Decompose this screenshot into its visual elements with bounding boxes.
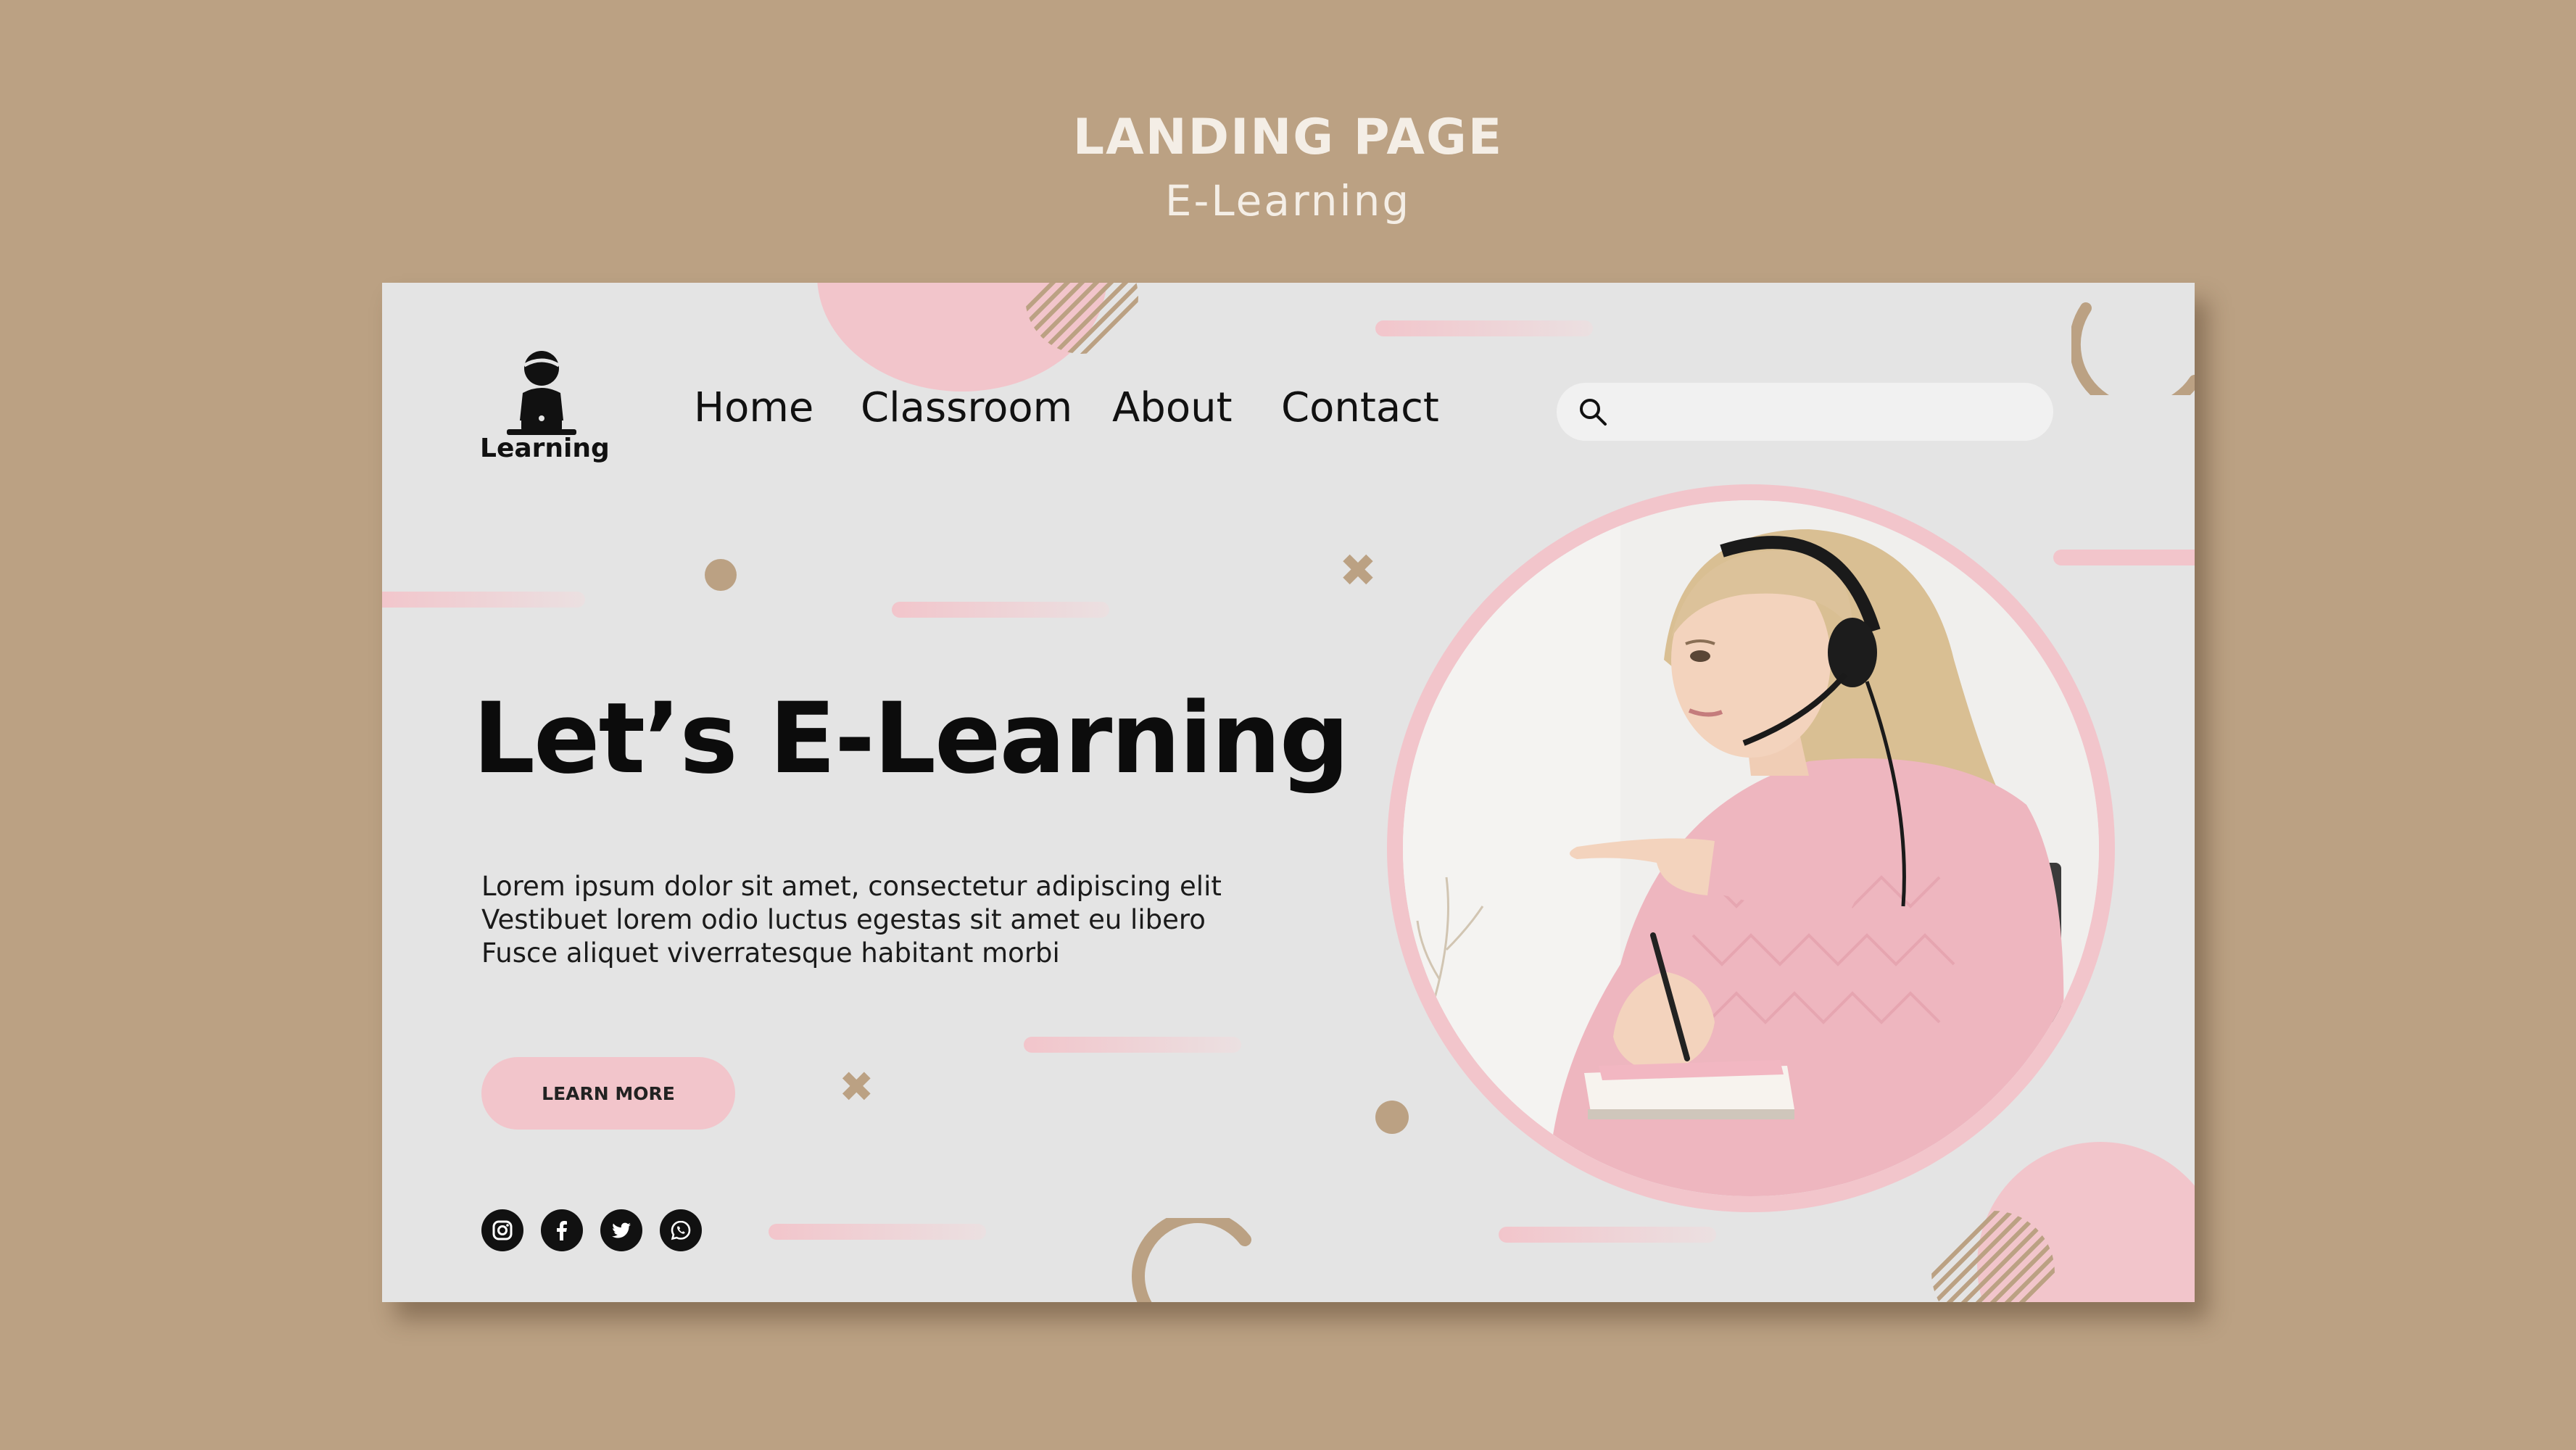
tan-dot-decoration (1375, 1101, 1409, 1134)
pink-pill-decoration (1499, 1227, 1716, 1243)
search-icon[interactable] (1577, 396, 1609, 428)
tan-arc-decoration (2071, 302, 2195, 395)
pink-pill-decoration (1375, 320, 1593, 336)
pink-pill-decoration (1024, 1037, 1241, 1053)
search-input[interactable] (1622, 393, 2038, 432)
hero-image-frame (1387, 484, 2115, 1212)
landing-page-card: ✖ ✖ Learning Home Classroom About Contac… (382, 283, 2195, 1302)
cross-decoration: ✖ (839, 1062, 874, 1111)
whatsapp-icon[interactable] (660, 1209, 702, 1251)
showcase-subtitle: E-Learning (1164, 176, 1412, 225)
striped-circle-decoration (1025, 283, 1138, 354)
pink-pill-decoration (892, 602, 1109, 618)
learn-more-button[interactable]: LEARN MORE (481, 1057, 735, 1130)
pink-pill-decoration (382, 592, 585, 608)
logo-label: Learning (480, 434, 610, 463)
twitter-icon[interactable] (600, 1209, 642, 1251)
pink-pill-decoration (769, 1224, 986, 1240)
logo[interactable]: Learning (480, 348, 610, 471)
hero-image (1403, 500, 2099, 1196)
nav-contact[interactable]: Contact (1281, 384, 1439, 431)
hero-description-line: Vestibuet lorem odio luctus egestas sit … (481, 904, 1206, 935)
nav-classroom[interactable]: Classroom (861, 384, 1072, 431)
tan-arc-decoration (1132, 1218, 1251, 1302)
search-bar[interactable] (1557, 383, 2053, 441)
cross-decoration: ✖ (1339, 544, 1377, 597)
hero-description: Lorem ipsum dolor sit amet, consectetur … (481, 870, 1279, 970)
facebook-icon[interactable] (541, 1209, 583, 1251)
striped-circle-decoration (1931, 1211, 2055, 1302)
teacher-laptop-icon (507, 351, 576, 435)
social-links (481, 1209, 702, 1251)
hero-description-line: Fusce aliquet viverratesque habitant mor… (481, 937, 1060, 969)
tan-dot-decoration (705, 559, 737, 591)
pink-pill-decoration (2053, 550, 2195, 566)
instagram-icon[interactable] (481, 1209, 523, 1251)
hero-title: Let’s E-Learning (473, 682, 1349, 795)
hero-description-line: Lorem ipsum dolor sit amet, consectetur … (481, 871, 1222, 902)
nav-home[interactable]: Home (694, 384, 813, 431)
showcase-title: LANDING PAGE (1072, 109, 1504, 166)
nav-about[interactable]: About (1112, 384, 1233, 431)
